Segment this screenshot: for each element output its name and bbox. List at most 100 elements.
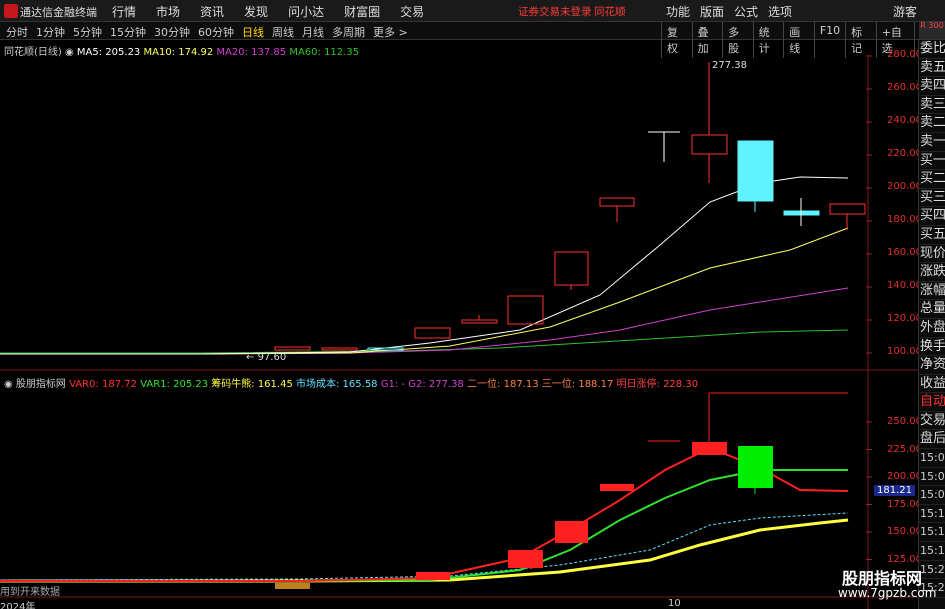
sidebar-item-ask5[interactable]: 卖五 (919, 59, 945, 78)
app-logo-icon (4, 4, 18, 18)
month-tick-label: 10 (668, 598, 681, 609)
sidebar-item-earnings[interactable]: 收益 (919, 375, 945, 394)
menu-item-ask[interactable]: 问小达 (288, 3, 324, 20)
sidebar-item-change[interactable]: 涨跌 (919, 263, 945, 282)
tab-multi-period[interactable]: 多周期 (332, 24, 365, 40)
var0-line (0, 446, 849, 582)
sidebar-item-netasset[interactable]: 净资 (919, 356, 945, 375)
watermark-url: www.7gpzb.com (838, 586, 937, 600)
low-marker: ← 97.60 (246, 352, 286, 363)
sidebar-time: 15:24 (919, 561, 945, 580)
candle (554, 251, 589, 286)
sidebar-time: 15:14 (919, 542, 945, 561)
sidebar-item-price[interactable]: 现价 (919, 245, 945, 264)
sidebar-item-bid3[interactable]: 买三 (919, 189, 945, 208)
menu-item-layout[interactable]: 版面 (700, 3, 724, 20)
sidebar-item-pct[interactable]: 涨幅 (919, 282, 945, 301)
menu-item-markets[interactable]: 市场 (156, 3, 180, 20)
sidebar-item-volume[interactable]: 总量 (919, 300, 945, 319)
candle (599, 197, 635, 207)
tab-30min[interactable]: 30分钟 (154, 24, 190, 40)
y-axis-tick-label: 175.00 (887, 498, 922, 510)
sidebar-item-ratio[interactable]: 委比 (919, 40, 945, 59)
bar (416, 572, 450, 580)
y-axis-tick-label: 120.00 (887, 313, 922, 324)
footer-note: 用到开来数据 (0, 587, 60, 598)
app-title: 通达信金融终端 (20, 6, 97, 19)
menu-item-market[interactable]: 行情 (112, 3, 136, 20)
candle (829, 203, 866, 215)
sub-y-axis (866, 421, 872, 560)
bar (738, 446, 773, 488)
y-axis-tick-label: 160.00 (887, 247, 922, 258)
sidebar-item-bid4[interactable]: 买四 (919, 207, 945, 226)
candle (274, 346, 311, 351)
menu-item-news[interactable]: 资讯 (200, 3, 224, 20)
sidebar-item-auto[interactable]: 自动 (919, 393, 945, 412)
bar (275, 583, 310, 589)
y-axis-tick-label: 260.00 (887, 82, 922, 93)
tab-daily[interactable]: 日线 (242, 24, 264, 40)
menu-item-function[interactable]: 功能 (666, 3, 690, 20)
sidebar-item-turnover[interactable]: 换手 (919, 338, 945, 357)
sidebar-time: 15:05 (919, 449, 945, 468)
period-bar: 分时 1分钟 5分钟 15分钟 30分钟 60分钟 日线 周线 月线 多周期 更… (0, 22, 945, 58)
var1-line (0, 469, 848, 582)
y-axis-tick-label: 100.00 (887, 346, 922, 357)
sidebar-item-ask1[interactable]: 卖一 (919, 133, 945, 152)
tab-monthly[interactable]: 月线 (302, 24, 324, 40)
sidebar-item-afterhours[interactable]: 盘后 (919, 430, 945, 450)
sidebar-item-ask3[interactable]: 卖三 (919, 96, 945, 115)
bar (508, 550, 543, 568)
sidebar-item-trade[interactable]: 交易 (919, 412, 945, 431)
charts-canvas[interactable]: 277.38 ← 97.60 (0, 40, 918, 609)
tab-intraday[interactable]: 分时 (6, 24, 28, 40)
high-marker: 277.38 (712, 60, 747, 71)
ma60-line (0, 329, 849, 354)
sidebar-item-bid2[interactable]: 买二 (919, 170, 945, 189)
tab-60min[interactable]: 60分钟 (198, 24, 234, 40)
candle (691, 134, 728, 155)
top-menu-bar: 通达信金融终端 行情 市场 资讯 发现 问小达 财富圈 交易 证券交易未登录 同… (0, 0, 945, 22)
right-sidebar: 委比 卖五 卖四 卖三 卖二 卖一 买一 买二 买三 买四 买五 现价 涨跌 涨… (918, 40, 945, 609)
sidebar-item-ask2[interactable]: 卖二 (919, 114, 945, 133)
tab-5min[interactable]: 5分钟 (73, 24, 102, 40)
y-axis-tick-label: 225.00 (887, 443, 922, 455)
period-tabs: 分时 1分钟 5分钟 15分钟 30分钟 60分钟 日线 周线 月线 多周期 更… (6, 24, 416, 40)
guest-button[interactable]: 游客 (893, 3, 917, 20)
candle (321, 347, 358, 351)
sidebar-time: 15:07 (919, 468, 945, 487)
y-axis-tick-label: 150.00 (887, 526, 922, 537)
main-menu: 行情 市场 资讯 发现 问小达 财富圈 交易 (112, 3, 444, 20)
menu-item-trade[interactable]: 交易 (400, 3, 424, 20)
sidebar-time: 15:09 (919, 486, 945, 505)
brand-label[interactable]: 同花顺 (594, 4, 626, 19)
y-axis-tick-label: 180.00 (887, 214, 922, 225)
menu-item-wealth[interactable]: 财富圈 (344, 3, 380, 20)
sidebar-item-ask4[interactable]: 卖四 (919, 77, 945, 96)
sidebar-item-outer[interactable]: 外盘 (919, 319, 945, 338)
menu-item-formula[interactable]: 公式 (734, 3, 758, 20)
menu-item-discover[interactable]: 发现 (244, 3, 268, 20)
tab-weekly[interactable]: 周线 (272, 24, 294, 40)
right-menu: 功能 版面 公式 选项 (666, 3, 802, 20)
main-y-axis (866, 55, 872, 354)
menu-item-options[interactable]: 选项 (768, 3, 792, 20)
login-status[interactable]: 证券交易未登录 (518, 4, 592, 19)
y-axis-tick-label: 200.00 (887, 471, 922, 482)
candle (414, 327, 451, 339)
sidebar-time: 15:11 (919, 505, 945, 524)
tab-15min[interactable]: 15分钟 (110, 24, 146, 40)
year-label: 2024年 (0, 602, 36, 609)
chips-line (0, 518, 849, 583)
y-axis-tick-label: 240.00 (887, 115, 922, 126)
candle (461, 319, 498, 324)
tab-1min[interactable]: 1分钟 (36, 24, 65, 40)
tab-more[interactable]: 更多 > (373, 24, 408, 40)
bar (692, 442, 727, 455)
quote-badge[interactable]: R 300 (919, 22, 945, 39)
sidebar-item-bid1[interactable]: 买一 (919, 152, 945, 171)
sidebar-item-bid5[interactable]: 买五 (919, 226, 945, 245)
y-axis-tick-label: 250.00 (887, 416, 922, 427)
current-price-tag: 181.21 (874, 485, 915, 496)
